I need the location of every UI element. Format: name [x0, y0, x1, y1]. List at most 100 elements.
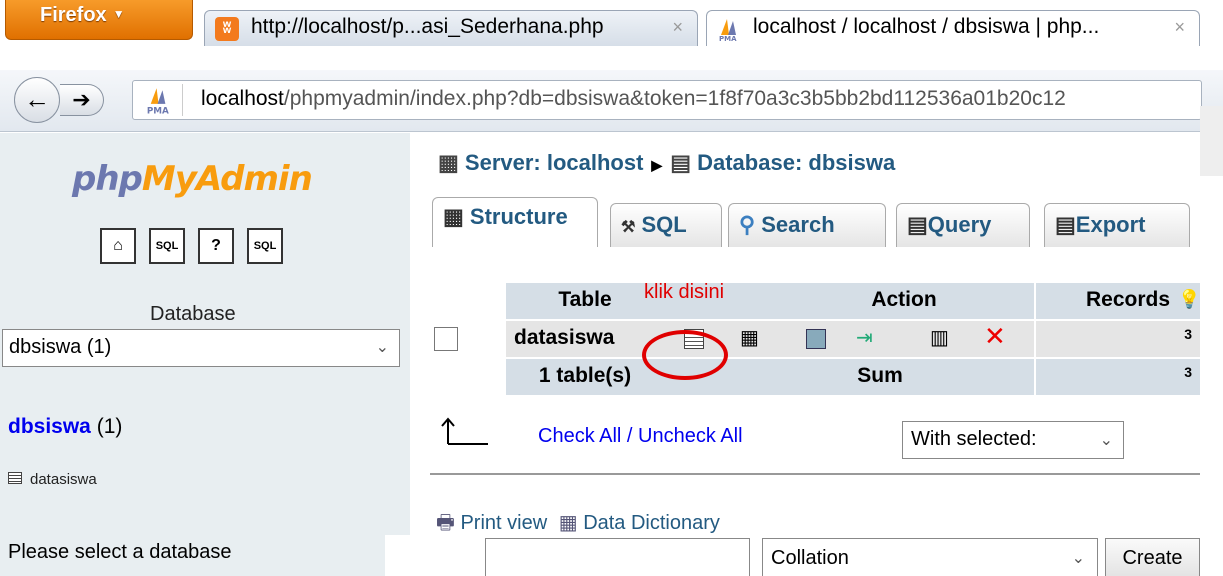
tab-export-label: Export — [1075, 212, 1146, 237]
chevron-down-icon: ⌄ — [1099, 432, 1113, 449]
phpmyadmin-logo[interactable]: phpMyAdmin — [72, 159, 313, 199]
server-icon: ▦ — [438, 150, 465, 175]
sidebar-db-count: (1) — [90, 415, 123, 438]
table-row: datasiswa ▦ ⇥ ▥ ✕ 3 — [434, 321, 1200, 357]
forward-arrow-icon: ➔ — [72, 87, 91, 112]
logo-my: My — [141, 159, 197, 199]
svg-text:PMA: PMA — [147, 107, 169, 116]
browser-tab-2[interactable]: PMA localhost / localhost / dbsiswa | ph… — [706, 10, 1200, 46]
tab-structure[interactable]: ▦ Structure — [432, 197, 598, 247]
pma-main: ▦ Server: localhost ▶ ▤ Database: dbsiswa … — [410, 133, 1200, 576]
sql-docs-icon[interactable]: SQL — [247, 228, 283, 264]
empty-icon[interactable]: ▥ — [930, 325, 949, 350]
tab-structure-label: Structure — [469, 204, 568, 229]
collation-value: Collation — [771, 547, 849, 569]
sql-query-icon[interactable]: SQL — [149, 228, 185, 264]
header-action-label: Action — [871, 288, 937, 311]
check-all-link[interactable]: Check All — [538, 425, 621, 447]
browser-tab-1[interactable]: ʬ http://localhost/p...asi_Sederhana.php… — [204, 10, 698, 46]
tab-title: http://localhost/p...asi_Sederhana.php — [251, 15, 604, 38]
help-icon[interactable]: ? — [198, 228, 234, 264]
svg-text:PMA: PMA — [719, 35, 737, 41]
header-table: Table — [506, 283, 664, 319]
uncheck-all-link[interactable]: Uncheck All — [638, 425, 743, 447]
url-host: localhost — [201, 87, 284, 110]
pma-site-icon: PMA — [147, 84, 183, 116]
home-icon[interactable]: ⌂ — [100, 228, 136, 264]
check-all-controls: Check All / Uncheck All — [538, 425, 743, 448]
sidebar-table-label: datasiswa — [30, 471, 97, 488]
logo-php: php — [72, 159, 143, 199]
tab-sql[interactable]: ⚒ SQL — [610, 203, 722, 247]
collation-select[interactable]: Collation ⌄ — [762, 538, 1098, 576]
crumb-separator-icon: ▶ — [651, 157, 663, 173]
sql-icon: ⚒ — [621, 219, 636, 236]
with-selected-value: With selected: — [911, 428, 1037, 450]
print-view-link[interactable]: Print view — [460, 512, 547, 534]
tab-query[interactable]: ▤Query — [896, 203, 1030, 247]
printer-icon: 🖶 — [436, 512, 455, 534]
breadcrumb: ▦ Server: localhost ▶ ▤ Database: dbsiswa — [438, 150, 895, 176]
database-select-value: dbsiswa (1) — [9, 336, 112, 358]
table-footer-row: 1 table(s) Sum 3 — [506, 359, 1200, 395]
query-icon: ▤ — [907, 212, 928, 237]
logo-admin: Admin — [195, 159, 313, 199]
structure-icon: ▦ — [443, 204, 464, 229]
tab-export[interactable]: ▤Export — [1044, 203, 1190, 247]
table-icon — [8, 472, 22, 484]
url-bar[interactable]: PMA localhost/phpmyadmin/index.php?db=db… — [132, 80, 1202, 120]
sidebar-db-heading: dbsiswa (1) — [8, 415, 122, 439]
tab-close-icon[interactable]: × — [1174, 17, 1185, 38]
chevron-down-icon: ⌄ — [375, 339, 389, 356]
firefox-menu-label: Firefox — [40, 4, 107, 26]
sidebar-db-link[interactable]: dbsiswa — [8, 415, 91, 438]
back-button[interactable]: ← — [14, 77, 60, 123]
blank-area — [385, 535, 470, 576]
divider — [430, 473, 1200, 475]
drop-icon[interactable]: ✕ — [984, 321, 1006, 352]
chevron-down-icon: ⌄ — [1071, 550, 1085, 567]
search-table-icon[interactable] — [806, 329, 826, 349]
database-crumb[interactable]: Database: dbsiswa — [697, 150, 895, 175]
create-button[interactable]: Create — [1105, 538, 1200, 576]
lightbulb-icon: 💡 — [1178, 289, 1201, 309]
firefox-menu-button[interactable]: Firefox ▼ — [5, 0, 193, 40]
footer-sum: Sum — [857, 364, 903, 387]
table-name[interactable]: datasiswa — [506, 321, 664, 357]
data-dictionary-link[interactable]: Data Dictionary — [583, 512, 720, 534]
arrow-up-icon — [441, 417, 488, 445]
footer-count: 1 table(s) — [506, 359, 664, 395]
tab-sql-label: SQL — [641, 212, 687, 237]
database-select[interactable]: dbsiswa (1) ⌄ — [2, 329, 400, 367]
dropdown-arrow-icon: ▼ — [112, 7, 125, 21]
structure-icon[interactable]: ▦ — [740, 325, 759, 350]
highlight-circle — [642, 330, 728, 380]
data-dictionary-icon: ▦ — [558, 512, 578, 534]
forward-button[interactable]: ➔ — [60, 84, 104, 116]
header-edge — [1200, 106, 1223, 176]
xampp-favicon-icon: ʬ — [215, 17, 239, 41]
table-header-row: Table Action Records 💡 klik disini — [506, 281, 1201, 319]
check-separator: / — [621, 425, 639, 447]
tab-search-label: Search — [761, 212, 835, 237]
tab-close-icon[interactable]: × — [672, 17, 683, 38]
new-db-name-input[interactable] — [485, 538, 750, 576]
database-label: Database — [150, 303, 236, 325]
database-icon: ▤ — [670, 150, 698, 175]
url-path: /phpmyadmin/index.php?db=dbsiswa&token=1… — [283, 87, 1066, 110]
row-checkbox[interactable] — [434, 327, 458, 351]
browser-tabstrip: Firefox ▼ ʬ http://localhost/p...asi_Sede… — [0, 0, 1223, 70]
search-icon: ⚲ — [739, 212, 756, 237]
sidebar-table-item[interactable]: datasiswa — [8, 471, 97, 488]
export-icon: ▤ — [1055, 212, 1076, 237]
insert-icon[interactable]: ⇥ — [856, 325, 873, 350]
with-selected-select[interactable]: With selected: ⌄ — [902, 421, 1124, 459]
select-database-message: Please select a database — [8, 541, 232, 563]
tab-title: localhost / localhost / dbsiswa | php... — [753, 15, 1100, 38]
server-crumb[interactable]: Server: localhost — [465, 150, 644, 175]
pma-sidebar: phpMyAdmin ⌂ SQL ? SQL Database dbsiswa … — [0, 133, 410, 576]
pma-favicon-icon: PMA — [719, 19, 737, 41]
annotation-klik-disini: klik disini — [644, 281, 725, 303]
print-links: 🖶 Print view ▦ Data Dictionary — [436, 508, 720, 542]
tab-search[interactable]: ⚲ Search — [728, 203, 886, 247]
